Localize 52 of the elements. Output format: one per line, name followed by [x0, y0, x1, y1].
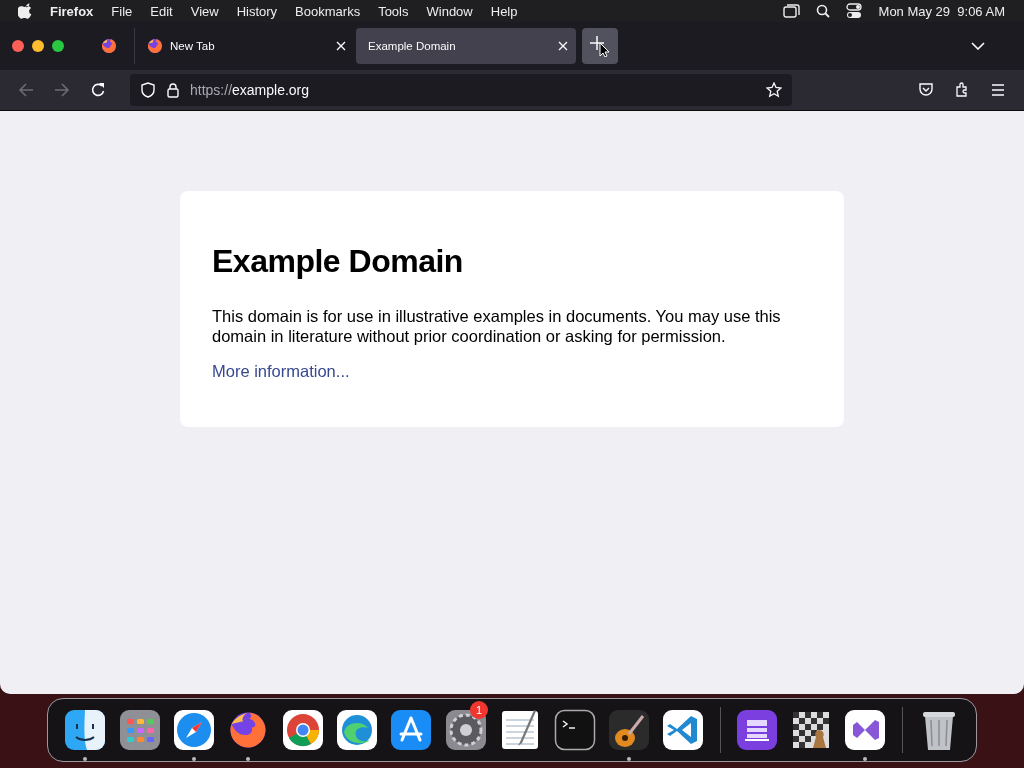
- apple-logo-icon[interactable]: [18, 3, 32, 19]
- windows-icon[interactable]: [782, 4, 800, 18]
- reload-icon[interactable]: [90, 82, 106, 98]
- zoom-window-button[interactable]: [52, 40, 64, 52]
- puzzle-icon[interactable]: [954, 82, 970, 98]
- search-icon[interactable]: [815, 4, 830, 18]
- code-editor-icon[interactable]: [661, 708, 706, 752]
- menu-icon[interactable]: [990, 82, 1006, 98]
- close-icon[interactable]: [558, 41, 568, 51]
- fox-icon: [147, 38, 163, 54]
- menu-item[interactable]: Tools: [369, 3, 418, 19]
- chrome-icon[interactable]: [280, 708, 325, 752]
- menu-item[interactable]: Window: [417, 3, 482, 19]
- page-paragraph: This domain is for use in illustrative examples in documents. You may use this domain in literature without prior coordination or asking for permission.: [212, 306, 782, 346]
- app-grid-icon[interactable]: [117, 708, 162, 752]
- app-store-icon[interactable]: [389, 708, 434, 752]
- shield-icon[interactable]: [140, 82, 156, 98]
- menu-bar-clock[interactable]: Mon May 29 9:06 AM: [869, 3, 1014, 19]
- forward-arrow-icon[interactable]: [54, 82, 70, 98]
- back-arrow-icon[interactable]: [18, 82, 34, 98]
- guitar-icon[interactable]: [606, 708, 651, 752]
- close-icon[interactable]: [336, 41, 346, 51]
- lock-icon[interactable]: [166, 82, 180, 98]
- browser-tab[interactable]: Example Domain: [356, 28, 576, 64]
- menu-item[interactable]: Edit: [141, 3, 182, 19]
- menu-item[interactable]: Help: [481, 3, 527, 19]
- fox-icon: [101, 38, 117, 54]
- pocket-icon[interactable]: [918, 82, 934, 98]
- close-window-button[interactable]: [12, 40, 24, 52]
- gear-icon[interactable]: [443, 708, 488, 752]
- notification-badge: 1: [470, 701, 488, 719]
- star-icon[interactable]: [766, 82, 782, 98]
- menu-item[interactable]: File: [102, 3, 142, 19]
- stack-icon[interactable]: [734, 708, 779, 752]
- page-heading: Example Domain: [212, 243, 464, 280]
- menu-item[interactable]: View: [181, 3, 228, 19]
- app-menu[interactable]: Firefox: [32, 3, 103, 19]
- browser-tab[interactable]: New Tab: [134, 28, 354, 64]
- terminal-icon[interactable]: [552, 708, 597, 752]
- control-center-icon[interactable]: [845, 3, 862, 19]
- menu-item[interactable]: History: [227, 3, 287, 19]
- wave-icon[interactable]: [335, 708, 380, 752]
- plus-icon: [589, 35, 611, 57]
- minimize-window-button[interactable]: [32, 40, 44, 52]
- more-information-link[interactable]: More information...: [212, 362, 350, 380]
- finder-icon[interactable]: [63, 708, 108, 752]
- compass-icon[interactable]: [171, 708, 216, 752]
- address-field[interactable]: https://example.org: [130, 74, 792, 106]
- new-tab-button[interactable]: [582, 28, 618, 64]
- chevron-down-icon[interactable]: [971, 42, 985, 50]
- menu-item[interactable]: Bookmarks: [286, 3, 370, 19]
- infinity-icon[interactable]: [843, 708, 888, 752]
